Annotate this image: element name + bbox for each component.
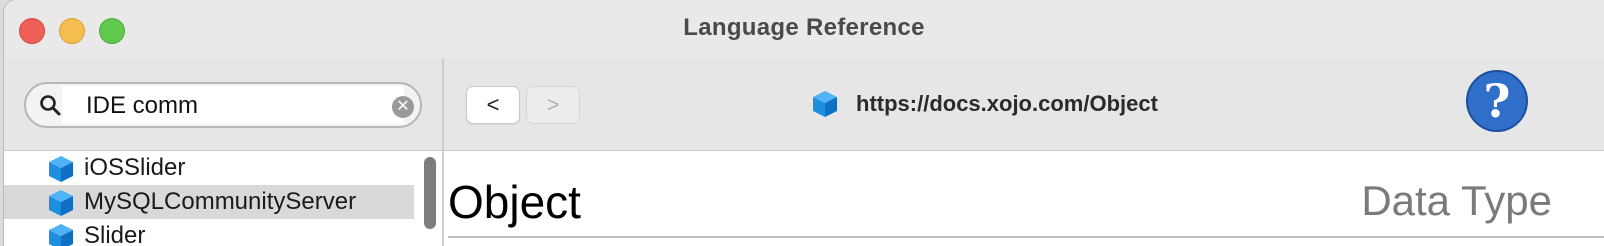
list-item-label: iOSSlider: [84, 154, 186, 181]
search-area: IDE comm ✕: [4, 58, 442, 151]
list-item[interactable]: Slider: [4, 219, 414, 246]
page-kind-label: Data Type: [1361, 177, 1552, 224]
class-cube-icon: [813, 91, 837, 117]
search-field[interactable]: IDE comm ✕: [24, 82, 422, 128]
clear-search-icon[interactable]: ✕: [392, 96, 414, 118]
list-item-selected[interactable]: MySQLCommunityServer: [4, 185, 414, 219]
title-bar[interactable]: Language Reference: [4, 0, 1604, 59]
page-title: Object: [448, 176, 581, 228]
page-url: https://docs.xojo.com/Object: [856, 91, 1158, 116]
list-scrollbar[interactable]: [424, 157, 436, 229]
search-input[interactable]: IDE comm: [86, 92, 198, 120]
content-area: Object Data Type: [444, 151, 1604, 246]
help-button[interactable]: ?: [1466, 70, 1528, 132]
forward-button[interactable]: >: [526, 86, 580, 124]
list-item[interactable]: iOSSlider: [4, 151, 414, 185]
list-item-label: MySQLCommunityServer: [84, 188, 357, 215]
class-cube-icon: [49, 190, 73, 216]
class-cube-icon: [49, 156, 73, 182]
main-panel: < > https://docs.xojo.com/Object ? Objec…: [444, 58, 1604, 246]
list-item-label: Slider: [84, 222, 146, 246]
back-button[interactable]: <: [466, 86, 520, 124]
divider: [448, 236, 1604, 238]
search-icon: [40, 95, 61, 116]
results-list: iOSSlider MySQLCommunityServer Slider: [4, 151, 442, 246]
sidebar: IDE comm ✕ iOSSlider MySQLCommunityServe…: [4, 58, 444, 246]
class-cube-icon: [49, 224, 73, 246]
window-title: Language Reference: [683, 14, 925, 41]
browser-toolbar: < > https://docs.xojo.com/Object ?: [444, 58, 1604, 151]
language-reference-window: Language Reference IDE comm ✕ iOSSlider …: [4, 0, 1604, 246]
